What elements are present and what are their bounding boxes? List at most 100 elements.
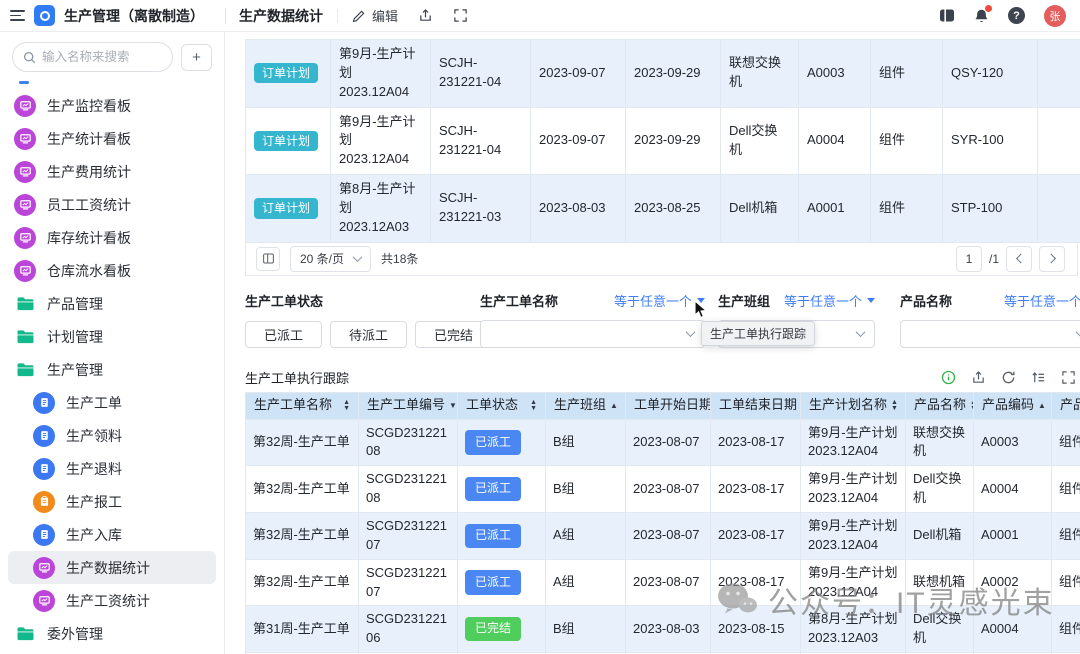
- filter-op-link[interactable]: 等于任意一个: [784, 291, 875, 310]
- edit-button[interactable]: 编辑: [352, 6, 398, 25]
- column-header-label: 工单结束日期: [719, 396, 797, 415]
- column-settings-icon[interactable]: [256, 247, 280, 271]
- table-cell: 第32周-生产工单: [246, 559, 359, 606]
- sidebar-item[interactable]: 委外管理: [8, 617, 216, 650]
- sidebar-item[interactable]: 仓库流水看板: [8, 254, 216, 287]
- table-cell: SCJH-231221-04: [431, 107, 531, 175]
- table-row[interactable]: 第32周-生产工单SCGD23122108已派工B组2023-08-072023…: [246, 419, 1080, 466]
- sidebar-item-label: 生产工资统计: [66, 591, 150, 611]
- column-header[interactable]: 产品名称▲▼: [906, 392, 974, 419]
- status-tag: 已派工: [465, 570, 521, 594]
- row-height-icon[interactable]: [1031, 370, 1046, 385]
- sort-asc-icon[interactable]: ▲: [1038, 402, 1046, 410]
- sort-asc-icon[interactable]: ▲: [610, 402, 618, 410]
- table-row[interactable]: 订单计划第8月-生产计划 2023.12A03SCJH-231221-03202…: [246, 175, 1080, 243]
- sort-icon[interactable]: ▲▼: [891, 400, 898, 411]
- column-header[interactable]: 生产工单编号▼: [359, 392, 458, 419]
- sidebar-item[interactable]: 生产退料: [8, 452, 216, 485]
- avatar[interactable]: 张: [1044, 5, 1066, 27]
- column-header[interactable]: 产品类型: [1052, 392, 1080, 419]
- sidebar-item-label: 库存统计看板: [47, 228, 131, 248]
- product-name-select[interactable]: [900, 320, 1080, 348]
- notifications-bell-icon[interactable]: [974, 8, 989, 24]
- sidebar-item[interactable]: 员工工资统计: [8, 188, 216, 221]
- table-cell: 第8月-生产计划 2023.12A03: [331, 175, 431, 243]
- next-page-button[interactable]: [1039, 246, 1065, 272]
- filter-op-link[interactable]: 等于任意一个: [1004, 291, 1080, 310]
- sort-icon[interactable]: ▲▼: [530, 400, 537, 411]
- info-icon[interactable]: [941, 370, 956, 385]
- add-button[interactable]: +: [181, 44, 212, 71]
- table-cell: Dell交换机: [721, 107, 799, 175]
- table-row[interactable]: 第31周-生产工单SCGD23122106已完结B组2023-08-032023…: [246, 606, 1080, 653]
- dashboard-icon: [33, 557, 55, 579]
- column-header[interactable]: 工单状态▲▼: [458, 392, 546, 419]
- prev-page-button[interactable]: [1006, 246, 1032, 272]
- sidebar-item[interactable]: 库存统计看板: [8, 221, 216, 254]
- hamburger-menu-icon[interactable]: [10, 10, 25, 21]
- sort-desc-icon[interactable]: ▼: [449, 402, 457, 410]
- status-filter-button[interactable]: 待派工: [330, 321, 407, 348]
- table-row[interactable]: 第32周-生产工单SCGD23122108已派工B组2023-08-072023…: [246, 466, 1080, 513]
- order-plan-tag: 订单计划: [254, 198, 318, 218]
- column-header[interactable]: 产品编码▲: [974, 392, 1052, 419]
- table-cell: [1038, 40, 1080, 108]
- table-cell: 第32周-生产工单: [246, 419, 359, 466]
- work-order-name-select[interactable]: [480, 320, 705, 348]
- sidebar-item[interactable]: 生产管理: [8, 353, 216, 386]
- sidebar-item-label: 生产工单: [66, 393, 122, 413]
- column-header[interactable]: 生产工单名称▲▼: [246, 392, 359, 419]
- share-icon[interactable]: [418, 8, 433, 23]
- column-header[interactable]: 工单开始日期▲▼: [626, 392, 711, 419]
- table-row[interactable]: 订单计划第9月-生产计划 2023.12A04SCJH-231221-04202…: [246, 107, 1080, 175]
- help-icon[interactable]: ?: [1008, 7, 1025, 24]
- column-header[interactable]: 生产班组▲: [546, 392, 626, 419]
- sidebar-item[interactable]: 生产费用统计: [8, 155, 216, 188]
- track-table-panel: 生产工单执行跟踪 生产工单名称▲▼生产工单编号▼工单状态▲▼生产班组▲工单开始日…: [245, 364, 1080, 654]
- main-content: 订单计划第9月-生产计划 2023.12A04SCJH-231221-04202…: [225, 32, 1080, 654]
- sidebar-item-label: 计划管理: [47, 327, 103, 347]
- expand-icon[interactable]: [1061, 370, 1076, 385]
- table-cell: STP-100: [943, 175, 1038, 243]
- search-input[interactable]: [42, 50, 162, 64]
- sidebar-item[interactable]: 产品管理: [8, 287, 216, 320]
- sidebar-item[interactable]: 生产数据统计: [8, 551, 216, 584]
- panel-toggle-icon[interactable]: [939, 8, 955, 23]
- sidebar-item[interactable]: 生产报工: [8, 485, 216, 518]
- sidebar-item[interactable]: 生产统计看板: [8, 122, 216, 155]
- work-order-status-filter: 生产工单状态 已派工待派工已完结: [245, 291, 480, 348]
- column-header-label: 产品类型: [1060, 396, 1080, 415]
- sidebar-item[interactable]: 生产工单: [8, 386, 216, 419]
- table-row[interactable]: 第32周-生产工单SCGD23122107已派工A组2023-08-072023…: [246, 512, 1080, 559]
- column-header[interactable]: 生产计划名称▲▼: [801, 392, 906, 419]
- refresh-icon[interactable]: [1001, 370, 1016, 385]
- table-row[interactable]: 第32周-生产工单SCGD23122107已派工A组2023-08-072023…: [246, 559, 1080, 606]
- sidebar-item[interactable]: 生产工资统计: [8, 584, 216, 617]
- sort-icon[interactable]: ▲▼: [970, 400, 973, 411]
- sidebar-item[interactable]: 生产领料: [8, 419, 216, 452]
- export-icon[interactable]: [971, 370, 986, 385]
- current-page-box[interactable]: 1: [956, 246, 982, 272]
- table-cell: 第9月-生产计划 2023.12A04: [801, 559, 906, 606]
- sidebar-item[interactable]: 生产监控看板: [8, 89, 216, 122]
- filter-op-link[interactable]: 等于任意一个: [614, 291, 705, 310]
- fullscreen-icon[interactable]: [453, 8, 468, 23]
- report-icon: [33, 491, 55, 513]
- sidebar-item[interactable]: 计划管理: [8, 320, 216, 353]
- table-cell: Dell交换机: [906, 606, 974, 653]
- total-count: 共18条: [381, 250, 418, 267]
- filter-label: 产品名称: [900, 291, 952, 310]
- sidebar-search-row: +: [0, 42, 224, 72]
- table-row[interactable]: 订单计划第9月-生产计划 2023.12A04SCJH-231221-04202…: [246, 40, 1080, 108]
- document-icon: [33, 392, 55, 414]
- sidebar-item[interactable]: 管理后台: [8, 650, 216, 654]
- status-filter-button[interactable]: 已派工: [245, 321, 322, 348]
- page-size-select[interactable]: 20 条/页: [290, 246, 371, 272]
- sidebar-item[interactable]: 生产入库: [8, 518, 216, 551]
- table-cell: 2023-09-07: [531, 40, 626, 108]
- search-box[interactable]: [12, 42, 173, 72]
- table-cell: 2023-08-03: [531, 175, 626, 243]
- sort-icon[interactable]: ▲▼: [343, 400, 350, 411]
- table-cell: 2023-08-25: [626, 175, 721, 243]
- column-header[interactable]: 工单结束日期▲▼: [711, 392, 801, 419]
